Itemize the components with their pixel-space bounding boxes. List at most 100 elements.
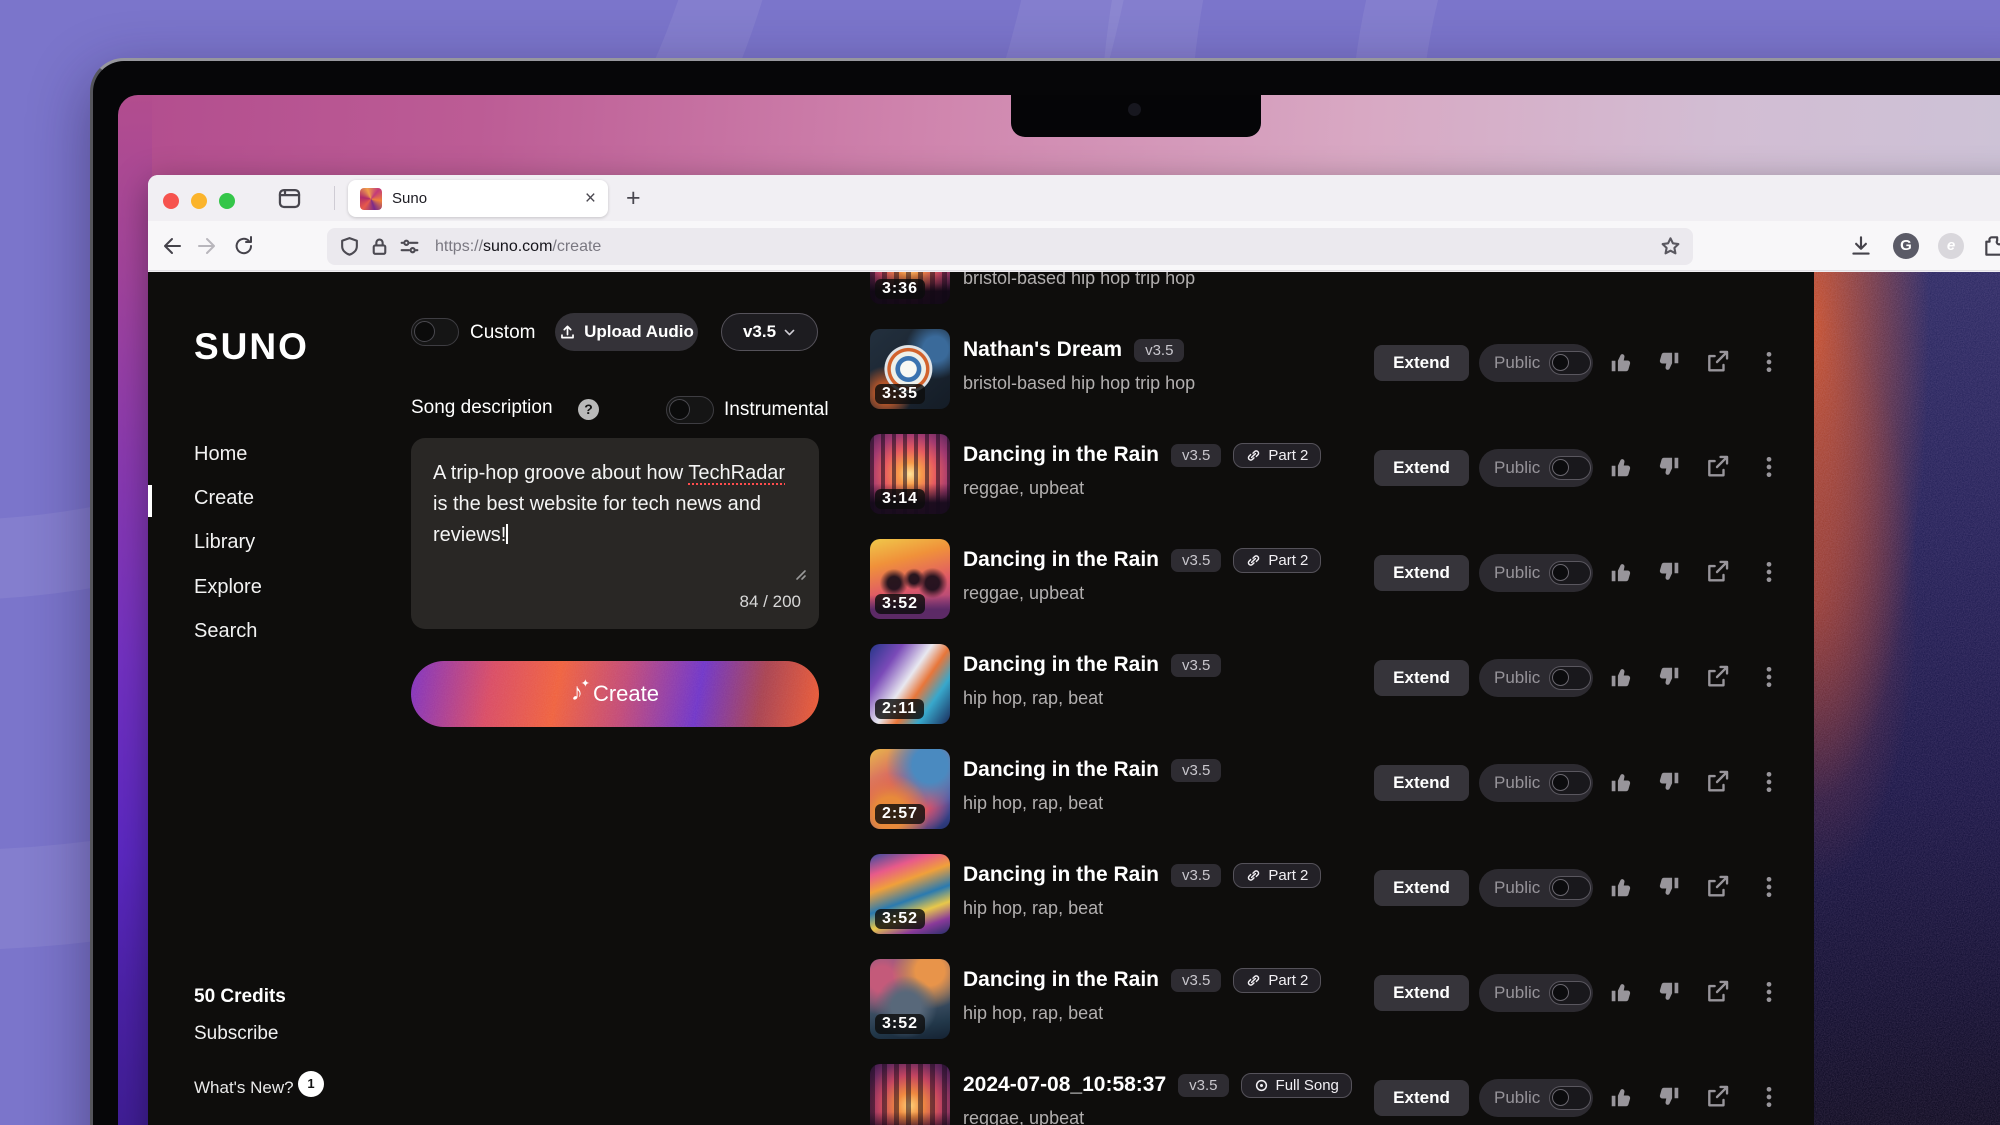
kebab-menu-icon[interactable] bbox=[1756, 559, 1782, 585]
song-artwork-thumbnail[interactable]: 3:52 bbox=[870, 854, 950, 934]
song-row[interactable]: 3:52 Dancing in the Rain v3.5 Part 2 hip… bbox=[870, 844, 1803, 949]
extend-button[interactable]: Extend bbox=[1374, 975, 1469, 1011]
kebab-menu-icon[interactable] bbox=[1756, 874, 1782, 900]
tab-close-icon[interactable]: × bbox=[585, 189, 596, 208]
tab-suno[interactable]: Suno × bbox=[348, 180, 608, 217]
song-row[interactable]: 2024-07-08_10:58:37 v3.5 Full Song regga… bbox=[870, 1054, 1803, 1125]
sidebar-item-library[interactable]: Library bbox=[194, 531, 255, 561]
public-toggle[interactable] bbox=[1549, 456, 1591, 480]
song-title[interactable]: Nathan's Dream bbox=[963, 338, 1122, 362]
part-link-badge[interactable]: Part 2 bbox=[1233, 443, 1321, 468]
create-button[interactable]: ♪✦ Create bbox=[411, 661, 819, 727]
thumbs-up-icon[interactable] bbox=[1608, 979, 1634, 1005]
share-icon[interactable] bbox=[1704, 664, 1730, 690]
extend-button[interactable]: Extend bbox=[1374, 765, 1469, 801]
part-link-badge[interactable]: Part 2 bbox=[1233, 863, 1321, 888]
thumbs-down-icon[interactable] bbox=[1656, 1084, 1682, 1110]
thumbs-down-icon[interactable] bbox=[1656, 349, 1682, 375]
instrumental-toggle[interactable] bbox=[666, 396, 714, 424]
song-artwork-thumbnail[interactable]: 3:52 bbox=[870, 539, 950, 619]
song-row[interactable]: 3:36 bristol-based hip hop trip hop Exte… bbox=[870, 272, 1803, 319]
thumbs-down-icon[interactable] bbox=[1656, 664, 1682, 690]
song-row[interactable]: 3:52 Dancing in the Rain v3.5 Part 2 reg… bbox=[870, 529, 1803, 634]
extend-button[interactable]: Extend bbox=[1374, 345, 1469, 381]
public-toggle-pill[interactable]: Public bbox=[1479, 344, 1593, 382]
extend-button[interactable]: Extend bbox=[1374, 660, 1469, 696]
thumbs-up-icon[interactable] bbox=[1608, 769, 1634, 795]
song-description-textarea[interactable]: A trip-hop groove about how TechRadar is… bbox=[411, 438, 819, 629]
song-title[interactable]: Dancing in the Rain bbox=[963, 758, 1159, 782]
permissions-icon[interactable] bbox=[399, 236, 420, 257]
song-title[interactable]: Dancing in the Rain bbox=[963, 968, 1159, 992]
firefox-view-icon[interactable] bbox=[276, 185, 303, 212]
public-toggle[interactable] bbox=[1549, 1086, 1591, 1110]
kebab-menu-icon[interactable] bbox=[1756, 664, 1782, 690]
bookmark-star-icon[interactable] bbox=[1660, 236, 1681, 257]
share-icon[interactable] bbox=[1704, 874, 1730, 900]
song-title[interactable]: Dancing in the Rain bbox=[963, 443, 1159, 467]
help-icon[interactable]: ? bbox=[578, 399, 599, 420]
credits-label[interactable]: 50 Credits bbox=[194, 986, 286, 1008]
thumbs-down-icon[interactable] bbox=[1656, 769, 1682, 795]
thumbs-down-icon[interactable] bbox=[1656, 559, 1682, 585]
kebab-menu-icon[interactable] bbox=[1756, 454, 1782, 480]
share-icon[interactable] bbox=[1704, 454, 1730, 480]
full-song-badge[interactable]: Full Song bbox=[1241, 1073, 1352, 1098]
thumbs-up-icon[interactable] bbox=[1608, 454, 1634, 480]
sidebar-item-search[interactable]: Search bbox=[194, 620, 257, 650]
thumbs-up-icon[interactable] bbox=[1608, 349, 1634, 375]
share-icon[interactable] bbox=[1704, 979, 1730, 1005]
puzzle-extensions-icon[interactable] bbox=[1982, 233, 2000, 259]
share-icon[interactable] bbox=[1704, 769, 1730, 795]
song-title[interactable]: 2024-07-08_10:58:37 bbox=[963, 1073, 1166, 1097]
public-toggle[interactable] bbox=[1549, 876, 1591, 900]
song-title[interactable]: Dancing in the Rain bbox=[963, 548, 1159, 572]
song-row[interactable]: 2:57 Dancing in the Rain v3.5 hip hop, r… bbox=[870, 739, 1803, 844]
sidebar-item-create[interactable]: Create bbox=[194, 487, 254, 517]
song-artwork-thumbnail[interactable]: 3:52 bbox=[870, 959, 950, 1039]
thumbs-up-icon[interactable] bbox=[1608, 559, 1634, 585]
public-toggle-pill[interactable]: Public bbox=[1479, 659, 1593, 697]
e-extension-icon[interactable]: e bbox=[1938, 233, 1964, 259]
sidebar-item-home[interactable]: Home bbox=[194, 443, 247, 473]
custom-toggle[interactable] bbox=[411, 318, 459, 346]
whats-new-link[interactable]: What's New? bbox=[194, 1078, 294, 1098]
public-toggle-pill[interactable]: Public bbox=[1479, 1079, 1593, 1117]
share-icon[interactable] bbox=[1704, 559, 1730, 585]
public-toggle[interactable] bbox=[1549, 666, 1591, 690]
public-toggle-pill[interactable]: Public bbox=[1479, 974, 1593, 1012]
song-row[interactable]: 3:14 Dancing in the Rain v3.5 Part 2 reg… bbox=[870, 424, 1803, 529]
thumbs-up-icon[interactable] bbox=[1608, 1084, 1634, 1110]
song-artwork-thumbnail[interactable]: 3:36 bbox=[870, 272, 950, 304]
thumbs-up-icon[interactable] bbox=[1608, 664, 1634, 690]
public-toggle[interactable] bbox=[1549, 981, 1591, 1005]
window-minimize-button[interactable] bbox=[191, 193, 207, 209]
extend-button[interactable]: Extend bbox=[1374, 1080, 1469, 1116]
kebab-menu-icon[interactable] bbox=[1756, 349, 1782, 375]
share-icon[interactable] bbox=[1704, 1084, 1730, 1110]
model-version-dropdown[interactable]: v3.5 bbox=[721, 313, 818, 351]
window-zoom-button[interactable] bbox=[219, 193, 235, 209]
public-toggle-pill[interactable]: Public bbox=[1479, 764, 1593, 802]
song-artwork-thumbnail[interactable]: 3:14 bbox=[870, 434, 950, 514]
extend-button[interactable]: Extend bbox=[1374, 450, 1469, 486]
public-toggle[interactable] bbox=[1549, 561, 1591, 585]
song-row[interactable]: 3:52 Dancing in the Rain v3.5 Part 2 hip… bbox=[870, 949, 1803, 1054]
url-bar[interactable]: https://suno.com/create bbox=[327, 228, 1693, 265]
back-icon[interactable] bbox=[160, 234, 184, 258]
thumbs-down-icon[interactable] bbox=[1656, 454, 1682, 480]
resize-handle-icon[interactable] bbox=[791, 565, 807, 581]
thumbs-down-icon[interactable] bbox=[1656, 979, 1682, 1005]
kebab-menu-icon[interactable] bbox=[1756, 769, 1782, 795]
song-artwork-thumbnail[interactable] bbox=[870, 1064, 950, 1125]
suno-logo[interactable]: SUNO bbox=[194, 326, 309, 368]
g-extension-icon[interactable]: G bbox=[1893, 233, 1919, 259]
share-icon[interactable] bbox=[1704, 349, 1730, 375]
thumbs-down-icon[interactable] bbox=[1656, 874, 1682, 900]
song-row[interactable]: 3:35 Nathan's Dream v3.5 bristol-based h… bbox=[870, 319, 1803, 424]
extend-button[interactable]: Extend bbox=[1374, 870, 1469, 906]
lock-icon[interactable] bbox=[369, 236, 390, 257]
forward-icon[interactable] bbox=[195, 234, 219, 258]
public-toggle[interactable] bbox=[1549, 771, 1591, 795]
part-link-badge[interactable]: Part 2 bbox=[1233, 548, 1321, 573]
